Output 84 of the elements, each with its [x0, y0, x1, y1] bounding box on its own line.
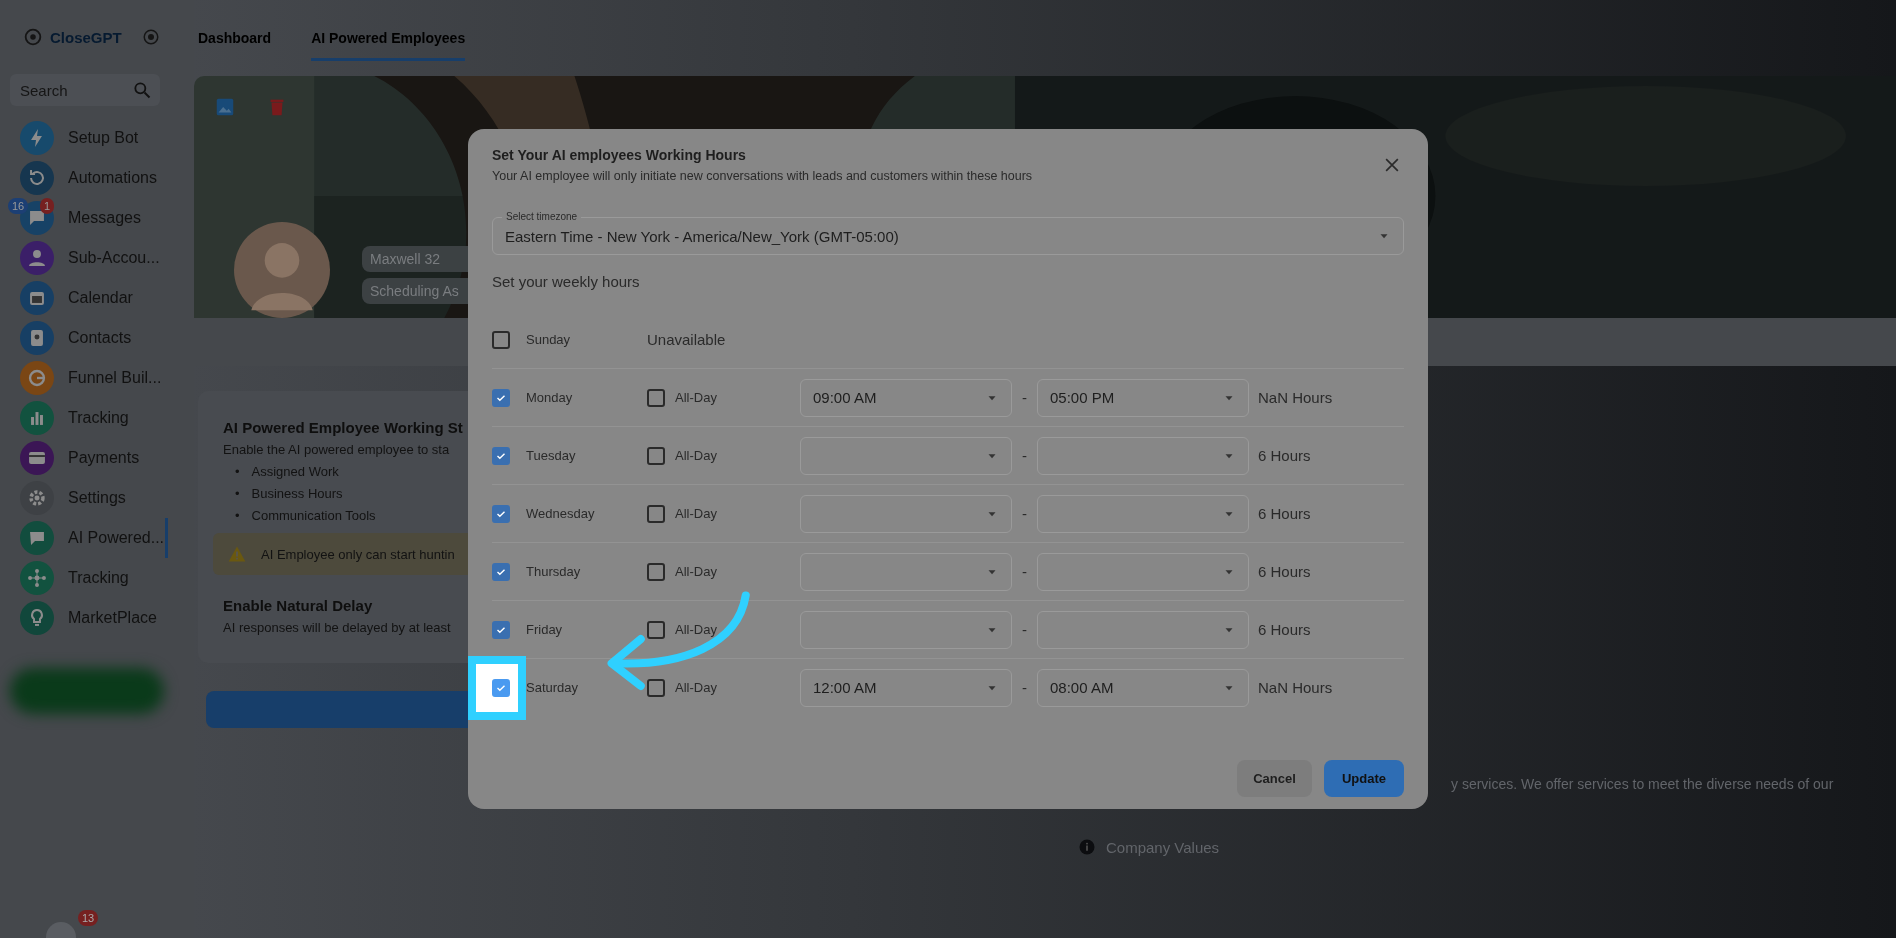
dialog-title: Set Your AI employees Working Hours: [492, 147, 747, 163]
sidebar-item[interactable]: Sub-Accou...: [0, 238, 168, 278]
sidebar-item[interactable]: Payments: [0, 438, 168, 478]
checkbox[interactable]: [492, 446, 510, 465]
list-item: Communication Tools: [251, 507, 376, 525]
section-title: Enable Natural Delay: [223, 597, 373, 614]
sidebar-item[interactable]: MarketPlace: [0, 598, 168, 638]
search-icon[interactable]: [132, 80, 152, 100]
sidebar-item[interactable]: Tracking: [0, 398, 168, 438]
checkbox[interactable]: [492, 504, 510, 523]
day-label: Wednesday: [526, 506, 595, 521]
warning-text: AI Employee only can start huntin: [261, 546, 455, 562]
count-badge: 13: [78, 910, 99, 926]
list-item: Assigned Work: [251, 463, 339, 481]
range-dash: -: [1021, 447, 1028, 464]
day-label: Saturday: [526, 680, 579, 695]
hours-text: NaN Hours: [1258, 389, 1333, 406]
about-text: y services. We offer services to meet the diverse needs of our: [1451, 776, 1834, 792]
checkbox-label: All-Day: [675, 506, 717, 521]
range-dash: -: [1021, 621, 1028, 638]
checkbox-label: All-Day: [675, 448, 717, 463]
sidebar-item[interactable]: Automations: [0, 158, 168, 198]
checkbox[interactable]: [492, 388, 510, 407]
checkbox-label: All-Day: [675, 622, 717, 637]
search-field[interactable]: Search: [10, 74, 160, 106]
sidebar-item[interactable]: Calendar: [0, 278, 168, 318]
checkbox[interactable]: [492, 330, 510, 349]
info-icon: [1078, 838, 1096, 856]
section-text: AI responses will be delayed by at least: [223, 620, 451, 635]
list-bullet: •: [235, 463, 240, 481]
hours-text: 6 Hours: [1258, 563, 1311, 580]
sidebar-item[interactable]: Contacts: [0, 318, 168, 358]
checkbox[interactable]: [492, 620, 510, 639]
checkbox[interactable]: [647, 562, 665, 581]
card-title: AI Powered Employee Working St: [223, 419, 463, 436]
app-logo: CloseGPT: [50, 28, 122, 46]
range-dash: -: [1021, 505, 1028, 522]
time-select[interactable]: 08:00 AM: [1037, 668, 1249, 707]
list-bullet: •: [235, 507, 240, 525]
time-select[interactable]: 05:00 PM: [1037, 378, 1249, 417]
range-dash: -: [1021, 679, 1028, 696]
time-select[interactable]: 09:00 AM: [800, 378, 1012, 417]
nav-tab[interactable]: AI Powered Employees: [311, 18, 466, 61]
hours-text: 6 Hours: [1258, 505, 1311, 522]
warning-icon: [227, 544, 247, 564]
card-text: Enable the AI powered employee to sta: [223, 442, 450, 457]
checkbox[interactable]: [647, 504, 665, 523]
status-text: Unavailable: [647, 331, 726, 348]
nav-tab[interactable]: Dashboard: [198, 18, 272, 61]
hours-text: 6 Hours: [1258, 621, 1311, 638]
count-badge: 1: [40, 198, 55, 214]
hours-text: 6 Hours: [1258, 447, 1311, 464]
sidebar-item[interactable]: Setup Bot: [0, 118, 168, 158]
checkbox-label: All-Day: [675, 564, 717, 579]
sidebar-item[interactable]: AI Powered...: [0, 518, 168, 558]
list-bullet: •: [235, 485, 240, 503]
day-label: Tuesday: [526, 448, 576, 463]
day-label: Sunday: [526, 332, 571, 347]
sidebar-item[interactable]: 16 1 Messages: [0, 198, 168, 238]
dialog-subtitle: Your AI employee will only initiate new conversations with leads and customers within these hours: [492, 169, 1033, 183]
day-label: Friday: [526, 622, 563, 637]
sidebar-item[interactable]: Settings: [0, 478, 168, 518]
checkbox-label: All-Day: [675, 390, 717, 405]
range-dash: -: [1021, 389, 1028, 406]
count-badge: 16: [8, 198, 29, 214]
update-button[interactable]: Update: [1324, 760, 1404, 797]
sidebar-item[interactable]: Funnel Buil...: [0, 358, 168, 398]
sidebar-item[interactable]: Tracking: [0, 558, 168, 598]
field-label: Select timezone: [502, 210, 582, 223]
checkbox[interactable]: [492, 562, 510, 581]
time-select[interactable]: 12:00 AM: [800, 668, 1012, 707]
list-item: Business Hours: [251, 485, 343, 503]
cancel-button[interactable]: Cancel: [1237, 760, 1312, 797]
checkbox[interactable]: [647, 388, 665, 407]
checkbox[interactable]: [647, 620, 665, 639]
record-icon[interactable]: [141, 28, 160, 46]
checkbox[interactable]: [647, 678, 665, 697]
range-dash: -: [1021, 563, 1028, 580]
hours-text: NaN Hours: [1258, 679, 1333, 696]
section-heading: Company Values: [1106, 838, 1220, 856]
day-label: Thursday: [526, 564, 581, 579]
checkbox[interactable]: [647, 446, 665, 465]
checkbox-label: All-Day: [675, 680, 717, 695]
day-label: Monday: [526, 390, 573, 405]
